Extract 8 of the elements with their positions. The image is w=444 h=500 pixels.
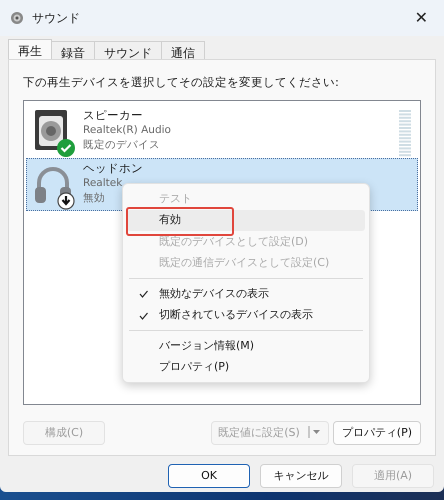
- device-status: 既定のデバイス: [83, 138, 161, 154]
- device-status: 無効: [83, 191, 106, 206]
- device-name: スピーカー: [83, 108, 144, 124]
- instruction-text: 下の再生デバイスを選択してその設定を変更してください:: [23, 74, 340, 91]
- device-driver: Realtek: [83, 176, 124, 192]
- window-title: サウンド: [32, 10, 80, 27]
- device-driver: Realtek(R) Audio: [83, 123, 171, 138]
- device-name: ヘッドホン: [83, 161, 143, 176]
